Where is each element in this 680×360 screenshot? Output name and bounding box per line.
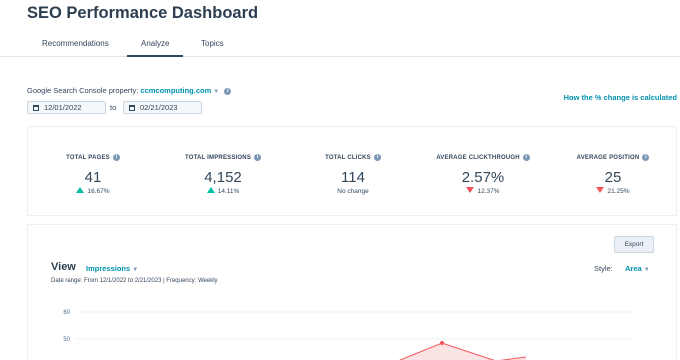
kpi-value: 4,152 (204, 169, 242, 186)
kpi-summary-card: TOTAL PAGES i 41 16.67% TOTAL IMPRESSIONS… (27, 126, 677, 216)
info-icon[interactable]: i (224, 87, 232, 95)
active-tab-indicator (127, 55, 183, 57)
info-icon[interactable]: i (254, 154, 262, 161)
trend-up-icon (206, 187, 215, 194)
info-icon[interactable]: i (642, 154, 650, 161)
kpi-label: AVERAGE CLICKTHROUGH (436, 155, 520, 162)
kpi-change: 21.25% (607, 188, 630, 195)
trend-up-icon (76, 187, 85, 194)
kpi-average-position: AVERAGE POSITION i 25 21.25% (548, 127, 678, 217)
info-icon[interactable]: i (373, 154, 381, 161)
info-icon[interactable]: i (522, 154, 530, 161)
kpi-change: No change (337, 188, 369, 195)
tab-analyze[interactable]: Analyze (141, 39, 169, 48)
tab-recommendations[interactable]: Recommendations (42, 39, 109, 48)
info-icon[interactable]: i (112, 154, 120, 161)
property-select[interactable]: ccmcomputing.com (140, 86, 211, 95)
percent-change-help-link[interactable]: How the % change is calculated (564, 93, 677, 102)
kpi-label: TOTAL IMPRESSIONS (184, 155, 252, 162)
y-tick-label: 60 (63, 310, 70, 316)
page-title: SEO Performance Dashboard (27, 4, 259, 22)
kpi-value: 2.57% (461, 169, 505, 186)
kpi-total-clicks: TOTAL CLICKS i 114 No change (288, 127, 418, 217)
kpi-value: 25 (604, 169, 622, 186)
calendar-icon (129, 104, 135, 111)
chevron-down-icon[interactable]: ▼ (213, 89, 219, 95)
start-date-value: 12/01/2022 (44, 103, 82, 112)
kpi-total-pages: TOTAL PAGES i 41 16.67% (28, 127, 158, 217)
property-row: Google Search Console property: ccmcompu… (27, 86, 232, 95)
tab-topics[interactable]: Topics (201, 39, 224, 48)
start-date-input[interactable]: 12/01/2022 (27, 101, 106, 114)
calendar-icon (33, 104, 39, 111)
trend-down-icon (466, 187, 475, 194)
kpi-change: 14.11% (217, 188, 240, 195)
kpi-total-impressions: TOTAL IMPRESSIONS i 4,152 14.11% (158, 127, 288, 217)
kpi-label: AVERAGE POSITION (576, 155, 640, 162)
tab-bar: Recommendations Analyze Topics (0, 28, 680, 57)
kpi-change: 16.67% (87, 188, 110, 195)
kpi-change: 12.37% (477, 188, 500, 195)
kpi-label: TOTAL PAGES (66, 155, 110, 162)
data-point[interactable] (440, 341, 444, 345)
end-date-input[interactable]: 02/21/2023 (123, 101, 202, 114)
property-label: Google Search Console property: (27, 86, 139, 95)
trend-down-icon (596, 187, 605, 194)
kpi-average-clickthrough: AVERAGE CLICKTHROUGH i 2.57% 12.37% (418, 127, 548, 217)
kpi-value: 41 (84, 169, 102, 186)
end-date-value: 02/21/2023 (140, 103, 178, 112)
kpi-value: 114 (341, 169, 365, 186)
kpi-label: TOTAL CLICKS (325, 155, 371, 162)
chart-panel: Export View Impressions ▼ Date range: Fro… (27, 224, 677, 360)
y-tick-label: 50 (63, 337, 70, 343)
area-fill (400, 343, 526, 360)
impressions-area-chart: 60 50 (63, 310, 633, 360)
date-to-label: to (110, 103, 117, 112)
